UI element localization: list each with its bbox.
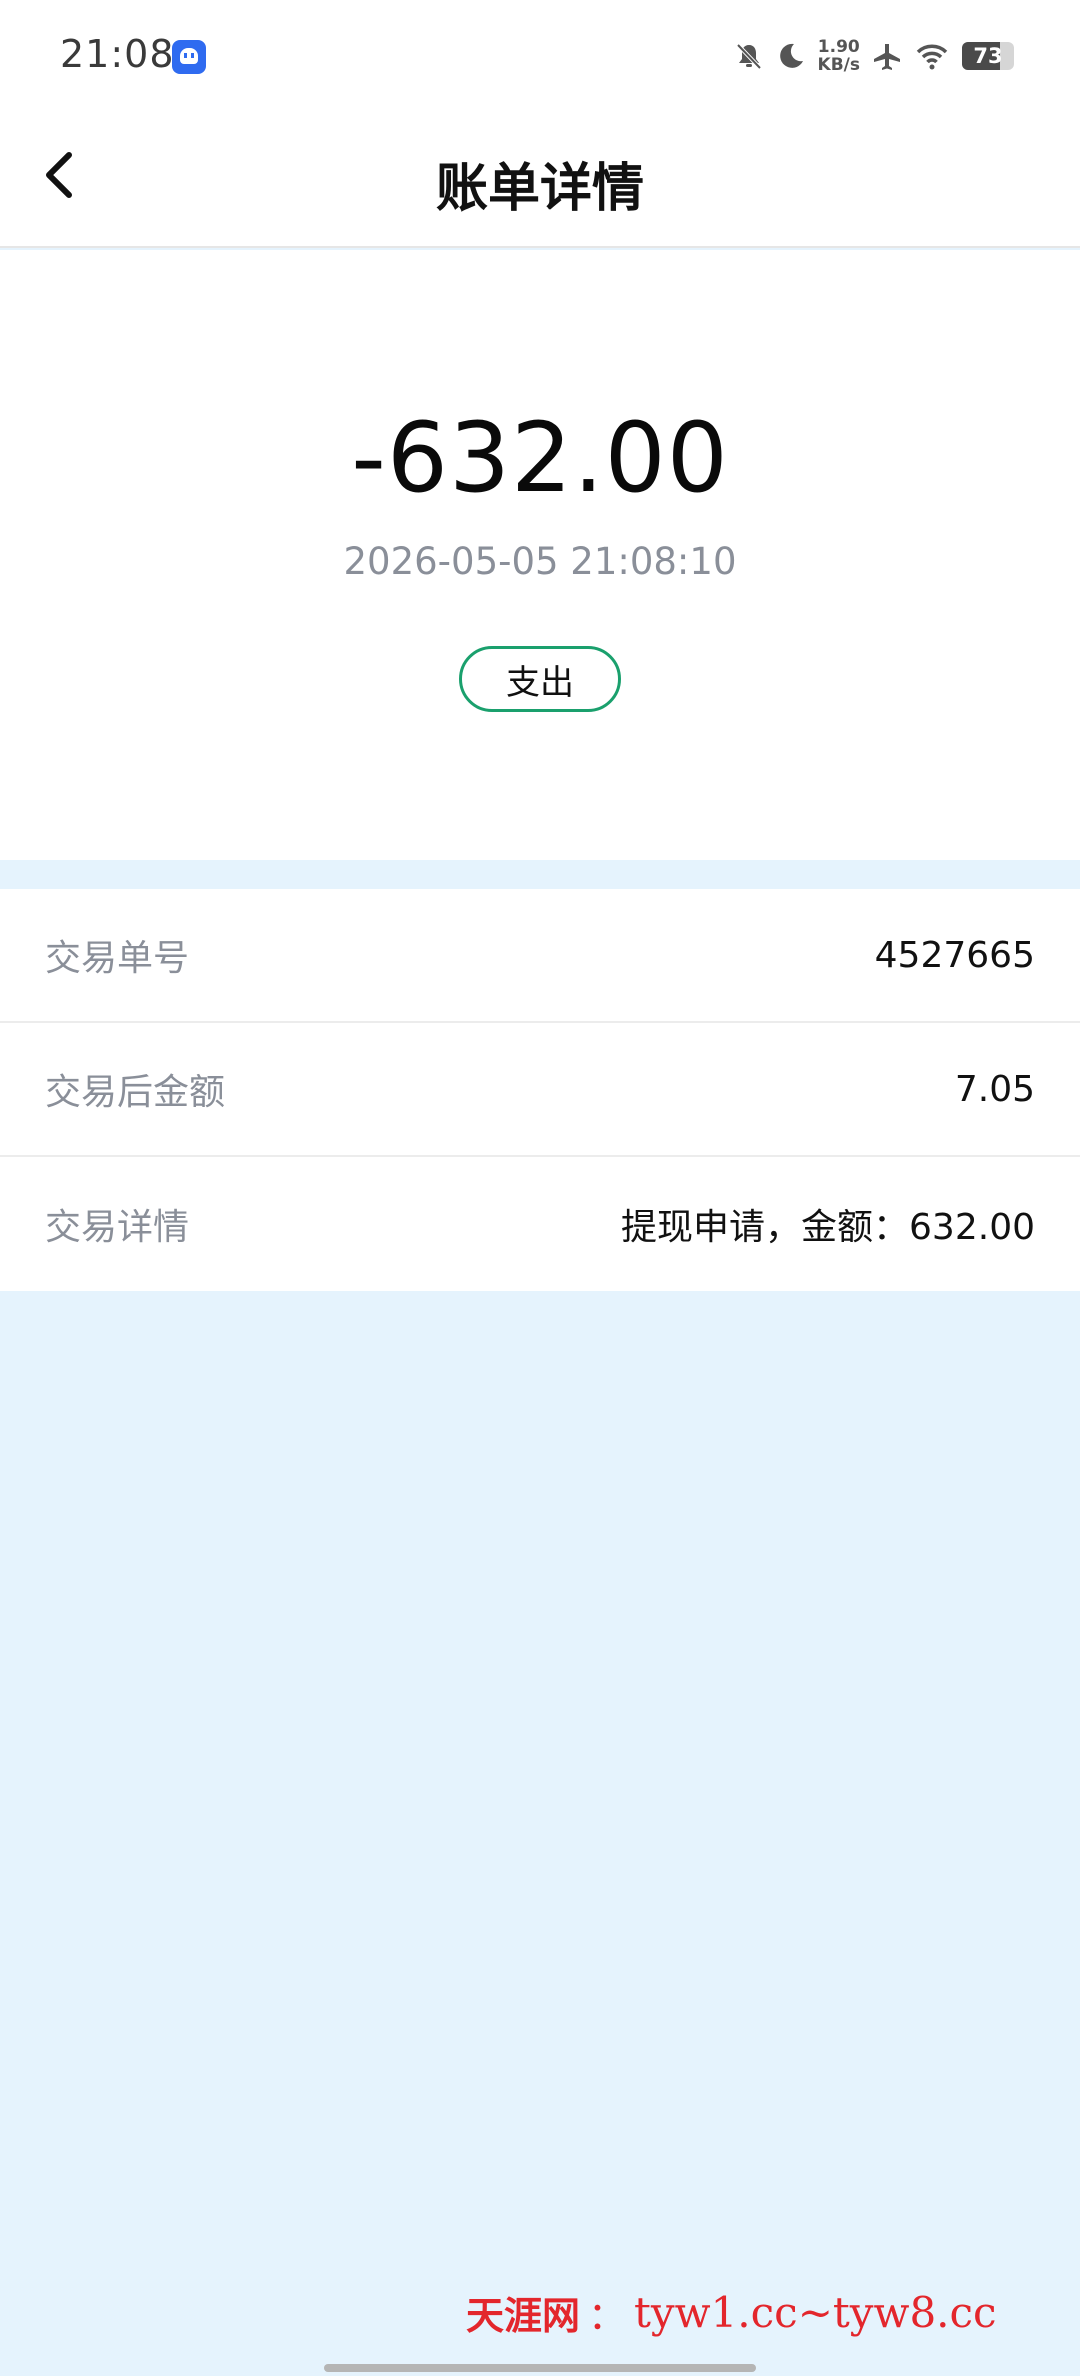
bell-muted-icon — [736, 43, 761, 70]
net-speed-value: 1.90 — [817, 37, 860, 57]
detail-label: 交易详情 — [45, 1207, 190, 1248]
detail-row-description: 交易详情 提现申请，金额：632.00 — [0, 1157, 1080, 1291]
moon-icon — [779, 43, 803, 68]
page-title: 账单详情 — [435, 159, 644, 219]
transaction-amount: -632.00 — [351, 402, 729, 514]
detail-row-order-number: 交易单号 4527665 — [0, 889, 1080, 1023]
watermark-brand: 天涯网 — [466, 2292, 581, 2338]
detail-value: 4527665 — [874, 934, 1035, 976]
transaction-datetime: 2026-05-05 21:08:10 — [343, 540, 737, 583]
battery-icon: 73 — [962, 42, 1014, 70]
watermark-url: tyw1.cc~tyw8.cc — [634, 2287, 997, 2337]
net-speed-unit: KB/s — [817, 55, 860, 75]
status-icons: 1.90 KB/s 73 — [734, 34, 1020, 78]
airplane-icon — [874, 44, 900, 70]
watermark-separator: ： — [588, 2293, 627, 2338]
battery-level: 73 — [973, 44, 1003, 68]
transaction-type-badge: 支出 — [459, 646, 621, 712]
status-time: 21:08 — [60, 32, 175, 76]
chat-app-icon — [172, 40, 206, 74]
wifi-icon — [916, 44, 948, 70]
watermark: 天涯网 ： tyw1.cc~tyw8.cc — [466, 2282, 997, 2342]
detail-label: 交易单号 — [45, 938, 190, 979]
screen: 21:08 1.90 KB/s 73 账单详情 -632.00 2026-05-… — [0, 0, 1080, 2376]
detail-value: 提现申请，金额：632.00 — [621, 1207, 1035, 1248]
status-bar: 21:08 1.90 KB/s 73 — [0, 0, 1080, 110]
detail-label: 交易后金额 — [45, 1072, 226, 1113]
detail-list: 交易单号 4527665 交易后金额 7.05 交易详情 提现申请，金额：632… — [0, 889, 1080, 1291]
amount-card: -632.00 2026-05-05 21:08:10 支出 — [0, 250, 1080, 860]
detail-value: 7.05 — [954, 1068, 1035, 1110]
home-indicator[interactable] — [324, 2364, 756, 2372]
net-speed: 1.90 KB/s — [818, 38, 860, 74]
detail-row-balance-after: 交易后金额 7.05 — [0, 1023, 1080, 1157]
nav-bar: 账单详情 — [0, 110, 1080, 248]
